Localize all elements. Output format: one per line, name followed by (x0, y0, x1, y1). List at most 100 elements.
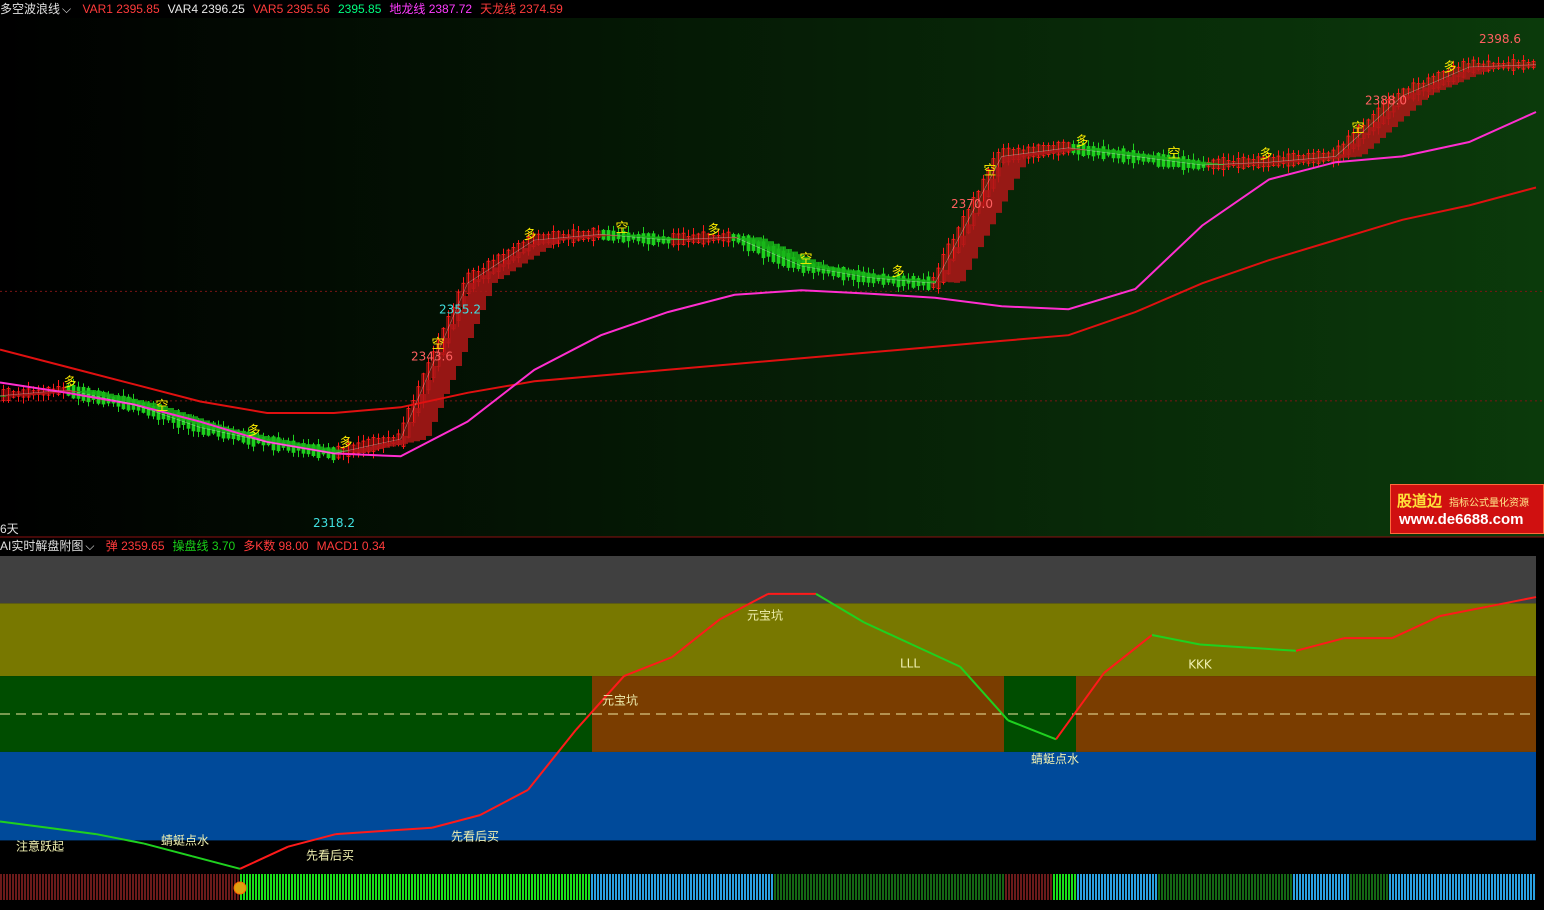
histogram-bar (87, 874, 89, 900)
histogram-bar (348, 874, 350, 900)
sub-zone-3 (0, 751, 1536, 841)
histogram-bar (414, 874, 416, 900)
histogram-bar (459, 874, 461, 900)
wave-band-segment (558, 237, 564, 241)
mid-zone-brown (1100, 676, 1104, 752)
histogram-bar (1533, 874, 1535, 900)
wave-band-segment (1314, 158, 1320, 161)
histogram-bar (822, 874, 824, 900)
histogram-bar (447, 874, 449, 900)
histogram-bar (708, 874, 710, 900)
histogram-bar (1218, 874, 1220, 900)
histogram-bar (576, 874, 578, 900)
wave-band-segment (834, 267, 840, 272)
price-label-2: 2370.0 (951, 197, 993, 211)
wave-band-segment (372, 445, 378, 451)
histogram-bar (1206, 874, 1208, 900)
histogram-bar (597, 874, 599, 900)
sub-indicator-value-2: 多K数 98.00 (243, 539, 309, 553)
histogram-bar (1266, 874, 1268, 900)
wave-band-segment (1044, 150, 1050, 155)
histogram-bar (570, 874, 572, 900)
histogram-bar (1125, 874, 1127, 900)
wave-band-segment (1410, 92, 1416, 111)
watermark-logo[interactable]: 股道边 指标公式量化资源 www.de6688.com (1390, 484, 1544, 534)
histogram-bar (1230, 874, 1232, 900)
histogram-bar (360, 874, 362, 900)
histogram-bar (162, 874, 164, 900)
chart-canvas: 2343.62318.22370.02355.22388.02398.6多空多多… (0, 18, 1544, 910)
histogram-bar (771, 874, 773, 900)
histogram-bar (993, 874, 995, 900)
histogram-bar (768, 874, 770, 900)
histogram-bar (1497, 874, 1499, 900)
sub-indicator-selector[interactable]: AI实时解盘附图 ⌵ (0, 539, 94, 553)
wave-band-segment (84, 390, 90, 394)
wave-band-segment (90, 390, 96, 395)
histogram-bar (1086, 874, 1088, 900)
main-indicator-value-5: 天龙线 2374.59 (480, 2, 563, 16)
histogram-bar (408, 874, 410, 900)
wave-band-segment (660, 237, 666, 240)
mid-zone-brown (1452, 676, 1456, 752)
histogram-bar (171, 874, 173, 900)
main-indicator-selector[interactable]: 多空波浪线 ⌵ (0, 2, 71, 16)
histogram-bar (840, 874, 842, 900)
sub-annotation-5: 元宝坑 (747, 608, 783, 623)
histogram-bar (285, 874, 287, 900)
mid-zone-brown (844, 676, 848, 752)
histogram-bar (1185, 874, 1187, 900)
wave-band-segment (444, 338, 450, 394)
signal-marker-10: 空 (983, 164, 996, 179)
wave-band-segment (666, 237, 672, 240)
histogram-bar (504, 874, 506, 900)
histogram-bar (954, 874, 956, 900)
histogram-bar (273, 874, 275, 900)
histogram-bar (438, 874, 440, 900)
histogram-bar (75, 874, 77, 900)
histogram-bar (864, 874, 866, 900)
wave-band-segment (1092, 147, 1098, 151)
histogram-bar (1134, 874, 1136, 900)
histogram-bar (1419, 874, 1421, 900)
sub-indicator-name: AI实时解盘附图 (0, 539, 84, 553)
histogram-bar (1140, 874, 1142, 900)
histogram-bar (1437, 874, 1439, 900)
histogram-bar (1446, 874, 1448, 900)
histogram-bar (1215, 874, 1217, 900)
histogram-bar (501, 874, 503, 900)
histogram-bar (177, 874, 179, 900)
mid-zone-brown (636, 676, 640, 752)
histogram-bar (1404, 874, 1406, 900)
main-indicator-legend: 多空波浪线 ⌵ VAR1 2395.85 VAR4 2396.25 VAR5 2395… (0, 0, 571, 18)
histogram-bar (396, 874, 398, 900)
mid-zone-brown (812, 676, 816, 752)
histogram-bar (1131, 874, 1133, 900)
histogram-bar (1416, 874, 1418, 900)
histogram-bar (630, 874, 632, 900)
histogram-bar (1074, 874, 1076, 900)
histogram-bar (297, 874, 299, 900)
wave-band-segment (396, 439, 402, 446)
histogram-bar (825, 874, 827, 900)
mid-zone-brown (748, 676, 752, 752)
histogram-bar (468, 874, 470, 900)
histogram-bar (27, 874, 29, 900)
histogram-bar (321, 874, 323, 900)
histogram-bar (1023, 874, 1025, 900)
histogram-bar (555, 874, 557, 900)
histogram-bar (1176, 874, 1178, 900)
histogram-bar (1305, 874, 1307, 900)
wave-band-segment (774, 243, 780, 255)
histogram-bar (1356, 874, 1358, 900)
histogram-bar (300, 874, 302, 900)
histogram-bar (972, 874, 974, 900)
wave-band-segment (822, 264, 828, 270)
histogram-bar (1008, 874, 1010, 900)
histogram-bar (1422, 874, 1424, 900)
histogram-bar (1494, 874, 1496, 900)
histogram-bar (717, 874, 719, 900)
histogram-bar (909, 874, 911, 900)
wave-band-segment (750, 237, 756, 244)
histogram-bar (834, 874, 836, 900)
